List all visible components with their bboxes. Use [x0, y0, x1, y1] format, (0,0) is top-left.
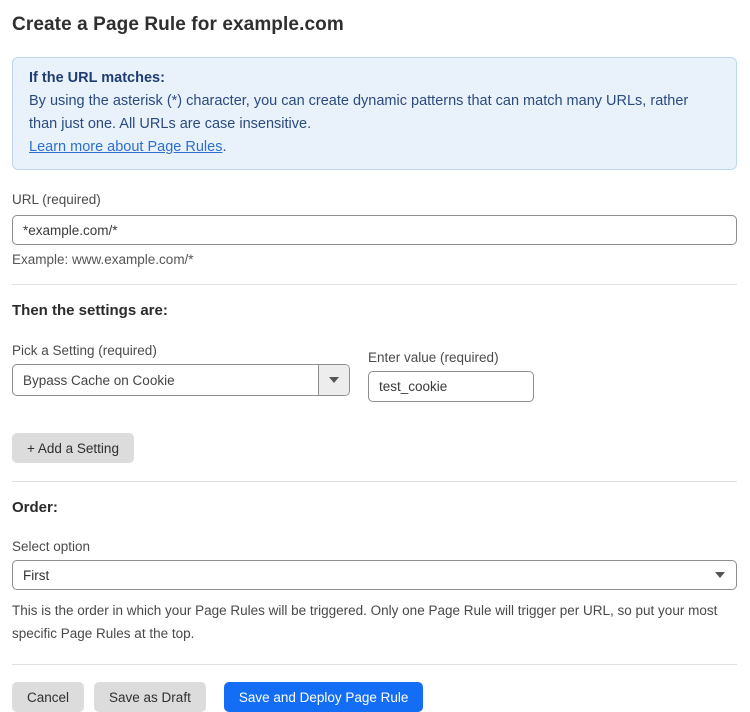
setting-select-arrow-button[interactable] [318, 365, 349, 395]
divider [12, 481, 737, 482]
url-example-helper: Example: www.example.com/* [12, 252, 737, 267]
learn-more-link[interactable]: Learn more about Page Rules [29, 139, 222, 155]
cancel-button[interactable]: Cancel [12, 682, 84, 712]
setting-value-input[interactable] [368, 371, 534, 402]
order-select-label: Select option [12, 539, 737, 554]
order-select[interactable]: First [12, 560, 737, 590]
order-select-value: First [23, 568, 49, 583]
chevron-down-icon [329, 377, 339, 383]
setting-value-group: Enter value (required) [368, 350, 534, 402]
link-suffix: . [222, 139, 226, 155]
setting-select-label: Pick a Setting (required) [12, 343, 350, 358]
order-section: Order: Select option First This is the o… [12, 499, 737, 645]
order-helper-text: This is the order in which your Page Rul… [12, 599, 737, 645]
create-page-rule-form: Create a Page Rule for example.com If th… [0, 0, 750, 712]
setting-value-label: Enter value (required) [368, 350, 534, 365]
url-input[interactable] [12, 215, 737, 245]
order-heading: Order: [12, 499, 737, 516]
url-label: URL (required) [12, 192, 101, 207]
page-title: Create a Page Rule for example.com [12, 14, 737, 36]
add-setting-button[interactable]: + Add a Setting [12, 433, 134, 463]
settings-section: Then the settings are: Pick a Setting (r… [12, 302, 737, 463]
settings-row: Pick a Setting (required) Bypass Cache o… [12, 343, 737, 402]
setting-select-group: Pick a Setting (required) Bypass Cache o… [12, 343, 350, 396]
chevron-down-icon [715, 572, 725, 578]
info-box-link-line: Learn more about Page Rules. [29, 136, 720, 159]
url-match-info-box: If the URL matches: By using the asteris… [12, 57, 737, 170]
footer-actions: Cancel Save as Draft Save and Deploy Pag… [12, 682, 737, 712]
divider [12, 284, 737, 285]
url-section: URL (required) Example: www.example.com/… [12, 191, 737, 267]
info-box-heading: If the URL matches: [29, 67, 720, 90]
setting-select-value: Bypass Cache on Cookie [13, 365, 318, 395]
save-as-draft-button[interactable]: Save as Draft [94, 682, 206, 712]
save-and-deploy-button[interactable]: Save and Deploy Page Rule [224, 682, 424, 712]
settings-heading: Then the settings are: [12, 302, 737, 319]
divider [12, 664, 737, 665]
setting-select[interactable]: Bypass Cache on Cookie [12, 364, 350, 396]
info-box-body: By using the asterisk (*) character, you… [29, 90, 720, 136]
